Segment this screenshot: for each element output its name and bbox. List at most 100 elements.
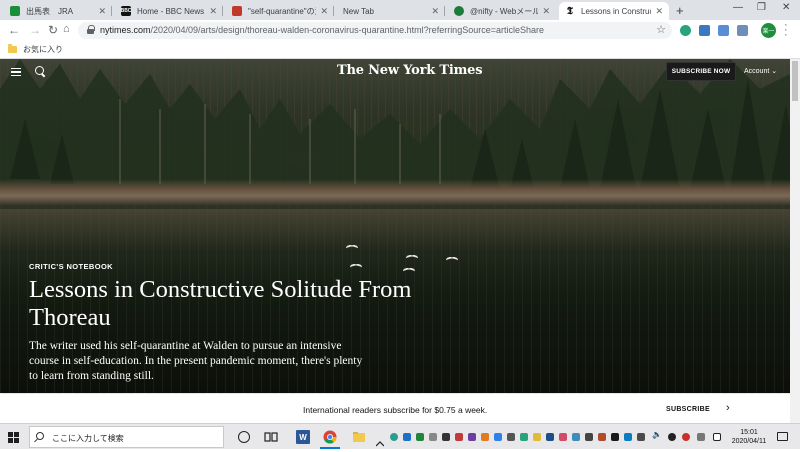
tray-app-icon[interactable] xyxy=(520,433,528,441)
bird-shape xyxy=(346,245,358,251)
tray-app-icon[interactable] xyxy=(416,433,424,441)
bookmarks-bar: お気に入り xyxy=(0,41,800,59)
close-icon[interactable]: ✕ xyxy=(542,6,550,17)
tray-app-icon[interactable] xyxy=(598,433,606,441)
bird-shape xyxy=(446,257,458,263)
close-icon[interactable]: ✕ xyxy=(655,6,663,17)
tab-title: 出馬表 JRA xyxy=(26,6,74,16)
chevron-down-icon: ⌄ xyxy=(771,68,778,75)
volume-icon[interactable]: 🔈 xyxy=(652,430,662,439)
forward-button[interactable]: → xyxy=(29,23,41,37)
tray-app-icon[interactable] xyxy=(442,433,450,441)
tray-app-icon[interactable] xyxy=(494,433,502,441)
task-view-icon[interactable] xyxy=(264,430,278,444)
article-kicker[interactable]: CRITIC'S NOTEBOOK xyxy=(29,262,113,271)
folder-icon xyxy=(8,44,17,53)
tray-app-icon[interactable] xyxy=(559,433,567,441)
windows-taskbar: ここに入力して検索 W 🔈 15:01 2020/04/11 xyxy=(0,423,800,449)
bird-shape xyxy=(406,255,418,261)
chevron-right-icon[interactable]: › xyxy=(726,402,730,414)
tray-app-icon[interactable] xyxy=(611,433,619,441)
tab-title: "self-quarantine"の意味 xyxy=(248,6,316,16)
minimize-button[interactable]: — xyxy=(733,2,743,13)
cortana-icon[interactable] xyxy=(238,431,250,443)
tray-app-icon[interactable] xyxy=(624,433,632,441)
tab-weblio[interactable]: "self-quarantine"の意味 ✕ xyxy=(226,2,334,20)
subscribe-link[interactable]: SUBSCRIBE xyxy=(666,406,710,413)
tray-app-icon[interactable] xyxy=(390,433,398,441)
tray-app-icon[interactable] xyxy=(481,433,489,441)
reload-button[interactable]: ↻ xyxy=(48,23,58,37)
maximize-button[interactable]: ❐ xyxy=(757,2,766,13)
tray-app-icon[interactable] xyxy=(682,433,690,441)
tray-app-icon[interactable] xyxy=(697,433,705,441)
tray-app-icon[interactable] xyxy=(468,433,476,441)
window-close-button[interactable]: ✕ xyxy=(782,2,790,13)
word-app-icon[interactable]: W xyxy=(296,430,310,444)
tab-new-tab[interactable]: New Tab ✕ xyxy=(337,2,445,20)
back-button[interactable]: ← xyxy=(8,23,20,37)
search-icon xyxy=(36,432,44,440)
bookmark-folder[interactable]: お気に入り xyxy=(8,44,63,55)
scrollbar-thumb[interactable] xyxy=(792,61,798,101)
extension-icon[interactable] xyxy=(737,25,748,36)
subscribe-banner: International readers subscribe for $0.7… xyxy=(0,393,800,423)
tray-app-icon[interactable] xyxy=(455,433,463,441)
tab-title: @nifty - Webメール xyxy=(470,6,539,16)
hamburger-menu-icon[interactable] xyxy=(11,68,21,76)
account-label: Account xyxy=(744,68,770,75)
bookmark-star-icon[interactable]: ☆ xyxy=(656,23,666,36)
browser-menu-icon[interactable]: · · · xyxy=(784,20,788,41)
page-scrollbar[interactable] xyxy=(790,59,800,423)
browser-toolbar: ← → ↻ ⌂ nytimes.com/2020/04/09/arts/desi… xyxy=(0,20,800,41)
tab-bbc[interactable]: BBC Home - BBC News ✕ xyxy=(115,2,223,20)
tray-app-icon[interactable] xyxy=(668,433,676,441)
tray-app-icon[interactable] xyxy=(637,433,645,441)
windows-start-icon[interactable] xyxy=(8,432,19,443)
lock-icon xyxy=(87,25,95,34)
article-summary: The writer used his self-quarantine at W… xyxy=(29,340,363,382)
bbc-icon: BBC xyxy=(120,6,132,16)
taskbar-search-box[interactable]: ここに入力して検索 xyxy=(29,426,224,448)
extension-icon[interactable] xyxy=(718,25,729,36)
tray-app-icon[interactable] xyxy=(546,433,554,441)
tray-app-icon[interactable] xyxy=(403,433,411,441)
file-explorer-icon[interactable] xyxy=(352,430,366,444)
hero-reflection xyxy=(0,209,800,279)
chevron-up-icon[interactable] xyxy=(375,434,385,447)
address-bar[interactable]: nytimes.com/2020/04/09/arts/design/thore… xyxy=(78,22,672,39)
account-menu[interactable]: Account ⌄ xyxy=(744,67,777,75)
tray-app-icon[interactable] xyxy=(572,433,580,441)
close-icon[interactable]: ✕ xyxy=(209,6,217,17)
notification-icon[interactable] xyxy=(777,432,788,441)
tab-title: Home - BBC News xyxy=(137,6,205,16)
close-icon[interactable]: ✕ xyxy=(98,6,106,17)
close-icon[interactable]: ✕ xyxy=(320,6,328,17)
close-icon[interactable]: ✕ xyxy=(431,6,439,17)
new-tab-button[interactable]: + xyxy=(676,3,684,18)
ime-icon[interactable] xyxy=(713,433,721,441)
tab-nyt[interactable]: 𝕿 Lessons in Constructive ✕ xyxy=(559,2,669,20)
tab-jra[interactable]: 出馬表 JRA ✕ xyxy=(4,2,112,20)
bird-shape xyxy=(350,264,362,270)
tray-cloud-icon[interactable] xyxy=(429,433,437,441)
nifty-icon xyxy=(454,6,464,16)
search-placeholder: ここに入力して検索 xyxy=(52,434,124,443)
system-clock[interactable]: 15:01 2020/04/11 xyxy=(727,428,771,446)
profile-avatar[interactable]: 楽一 xyxy=(761,23,776,38)
search-icon[interactable] xyxy=(35,66,44,75)
article-headline: Lessons in Constructive Solitude From Th… xyxy=(29,276,412,331)
tray-app-icon[interactable] xyxy=(533,433,541,441)
url-text: nytimes.com/2020/04/09/arts/design/thore… xyxy=(100,25,544,35)
tray-app-icon[interactable] xyxy=(507,433,515,441)
tab-nifty[interactable]: @nifty - Webメール ✕ xyxy=(448,2,556,20)
subscribe-now-button[interactable]: SUBSCRIBE NOW xyxy=(666,62,736,81)
nyt-logo[interactable]: The New York Times xyxy=(337,63,483,78)
subscribe-message: International readers subscribe for $0.7… xyxy=(303,405,488,415)
tray-app-icon[interactable] xyxy=(585,433,593,441)
home-button[interactable]: ⌂ xyxy=(63,23,70,35)
chrome-app-icon[interactable] xyxy=(320,430,340,449)
extension-icon[interactable] xyxy=(680,25,691,36)
extension-icon[interactable] xyxy=(699,25,710,36)
tab-title: New Tab xyxy=(343,6,374,16)
